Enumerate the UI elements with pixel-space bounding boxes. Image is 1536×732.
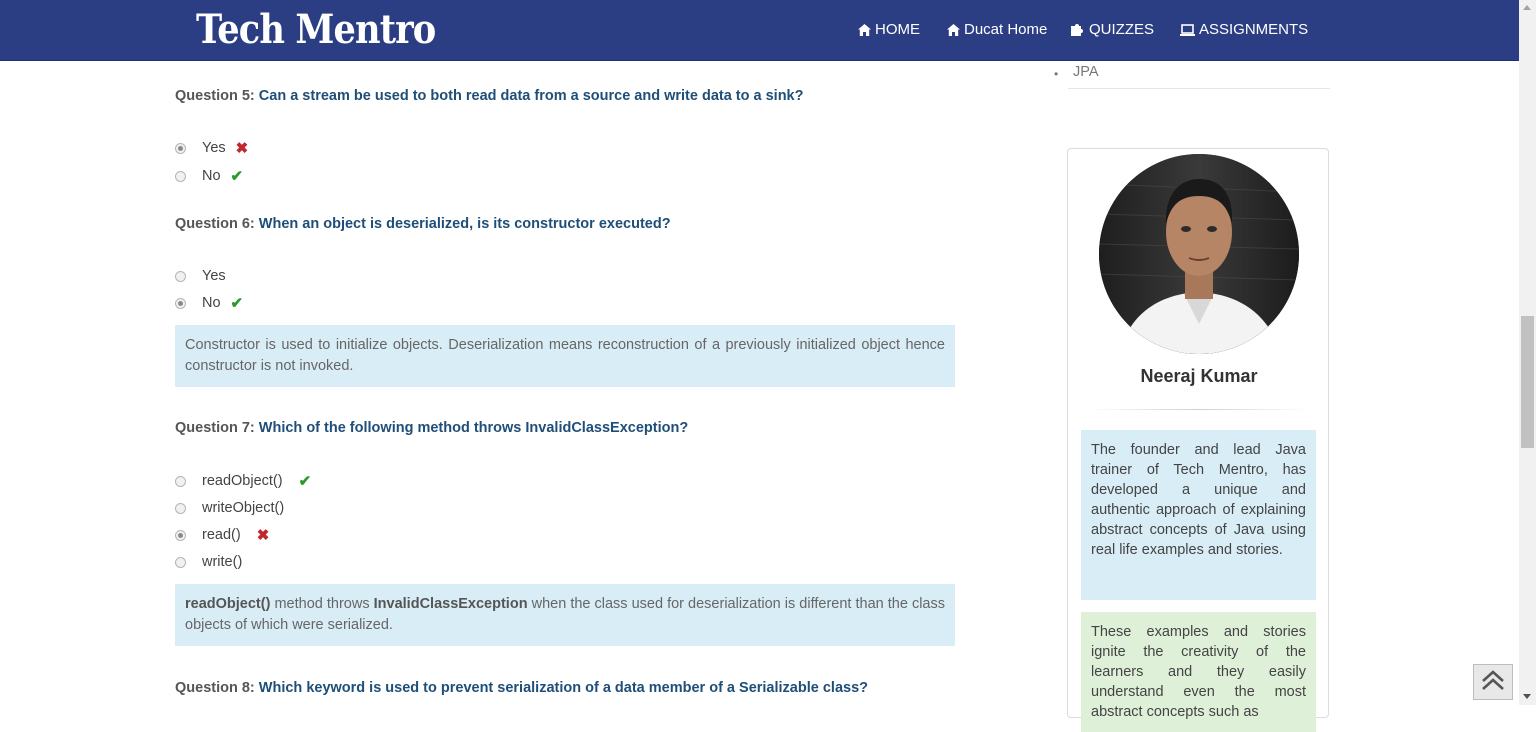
nav-ducat-home[interactable]: Ducat Home — [947, 21, 1047, 38]
question-6-option[interactable]: No ✔ — [175, 293, 243, 313]
profile-bio-continued: These examples and stories ignite the cr… — [1081, 612, 1316, 732]
bullet-icon: • — [1054, 67, 1059, 81]
nav-quizzes-label: QUIZZES — [1089, 21, 1155, 38]
question-7-option[interactable]: read() ✖ — [175, 525, 269, 545]
nav-home-label: HOME — [875, 21, 920, 38]
page-scrollbar[interactable] — [1519, 0, 1536, 705]
question-8-title: Question 8: Which keyword is used to pre… — [175, 680, 868, 696]
question-5-option[interactable]: No ✔ — [175, 166, 243, 186]
correct-answer-icon: ✔ — [230, 295, 244, 312]
radio-button[interactable] — [175, 475, 186, 487]
radio-button[interactable] — [175, 502, 186, 514]
question-6-explanation: Constructor is used to initialize object… — [175, 325, 955, 387]
correct-answer-icon: ✔ — [298, 473, 312, 490]
scroll-down-arrow-icon[interactable] — [1523, 694, 1531, 699]
scrollbar-thumb[interactable] — [1521, 316, 1534, 448]
radio-button[interactable] — [175, 556, 186, 568]
nav-assignments-label: ASSIGNMENTS — [1199, 21, 1309, 38]
home-icon — [858, 23, 871, 36]
divider — [1088, 409, 1310, 410]
question-7-title: Question 7: Which of the following metho… — [175, 420, 689, 436]
sidebar-list-item-jpa[interactable]: • JPA — [1054, 61, 1330, 89]
nav-home[interactable]: HOME — [858, 21, 920, 38]
radio-button[interactable] — [175, 142, 186, 154]
question-7-option[interactable]: writeObject() — [175, 498, 284, 518]
avatar — [1099, 154, 1299, 354]
question-6-title: Question 6: When an object is deserializ… — [175, 216, 671, 232]
author-profile-card: Neeraj Kumar The founder and lead Java t… — [1067, 148, 1329, 732]
nav-ducat-home-label: Ducat Home — [964, 21, 1048, 38]
scroll-up-arrow-icon[interactable] — [1523, 5, 1531, 10]
profile-name: Neeraj Kumar — [1140, 366, 1258, 386]
wrong-answer-icon: ✖ — [256, 527, 270, 544]
question-5-title: Question 5: Can a stream be used to both… — [175, 88, 804, 104]
puzzle-icon — [1071, 23, 1085, 36]
nav-assignments[interactable]: ASSIGNMENTS — [1180, 21, 1308, 38]
question-7-option[interactable]: write() — [175, 552, 242, 572]
double-chevron-up-icon — [1480, 668, 1506, 697]
home-icon — [947, 23, 960, 36]
site-logo[interactable]: Tech Mentro — [196, 6, 436, 53]
question-7-option[interactable]: readObject() ✔ — [175, 471, 311, 491]
top-navbar: Tech Mentro HOME Ducat Home QUIZZES ASSI… — [0, 0, 1519, 61]
question-6-option[interactable]: Yes — [175, 266, 226, 286]
question-7-explanation: readObject() method throws InvalidClassE… — [175, 584, 955, 646]
radio-button[interactable] — [175, 529, 186, 541]
radio-button[interactable] — [175, 297, 186, 309]
nav-quizzes[interactable]: QUIZZES — [1071, 21, 1154, 38]
correct-answer-icon: ✔ — [230, 168, 244, 185]
wrong-answer-icon: ✖ — [235, 140, 249, 157]
question-5-option[interactable]: Yes ✖ — [175, 138, 248, 158]
laptop-icon — [1180, 23, 1195, 36]
radio-button[interactable] — [175, 170, 186, 182]
radio-button[interactable] — [175, 270, 186, 282]
back-to-top-button[interactable] — [1473, 664, 1513, 700]
profile-bio: The founder and lead Java trainer of Tec… — [1081, 430, 1316, 600]
